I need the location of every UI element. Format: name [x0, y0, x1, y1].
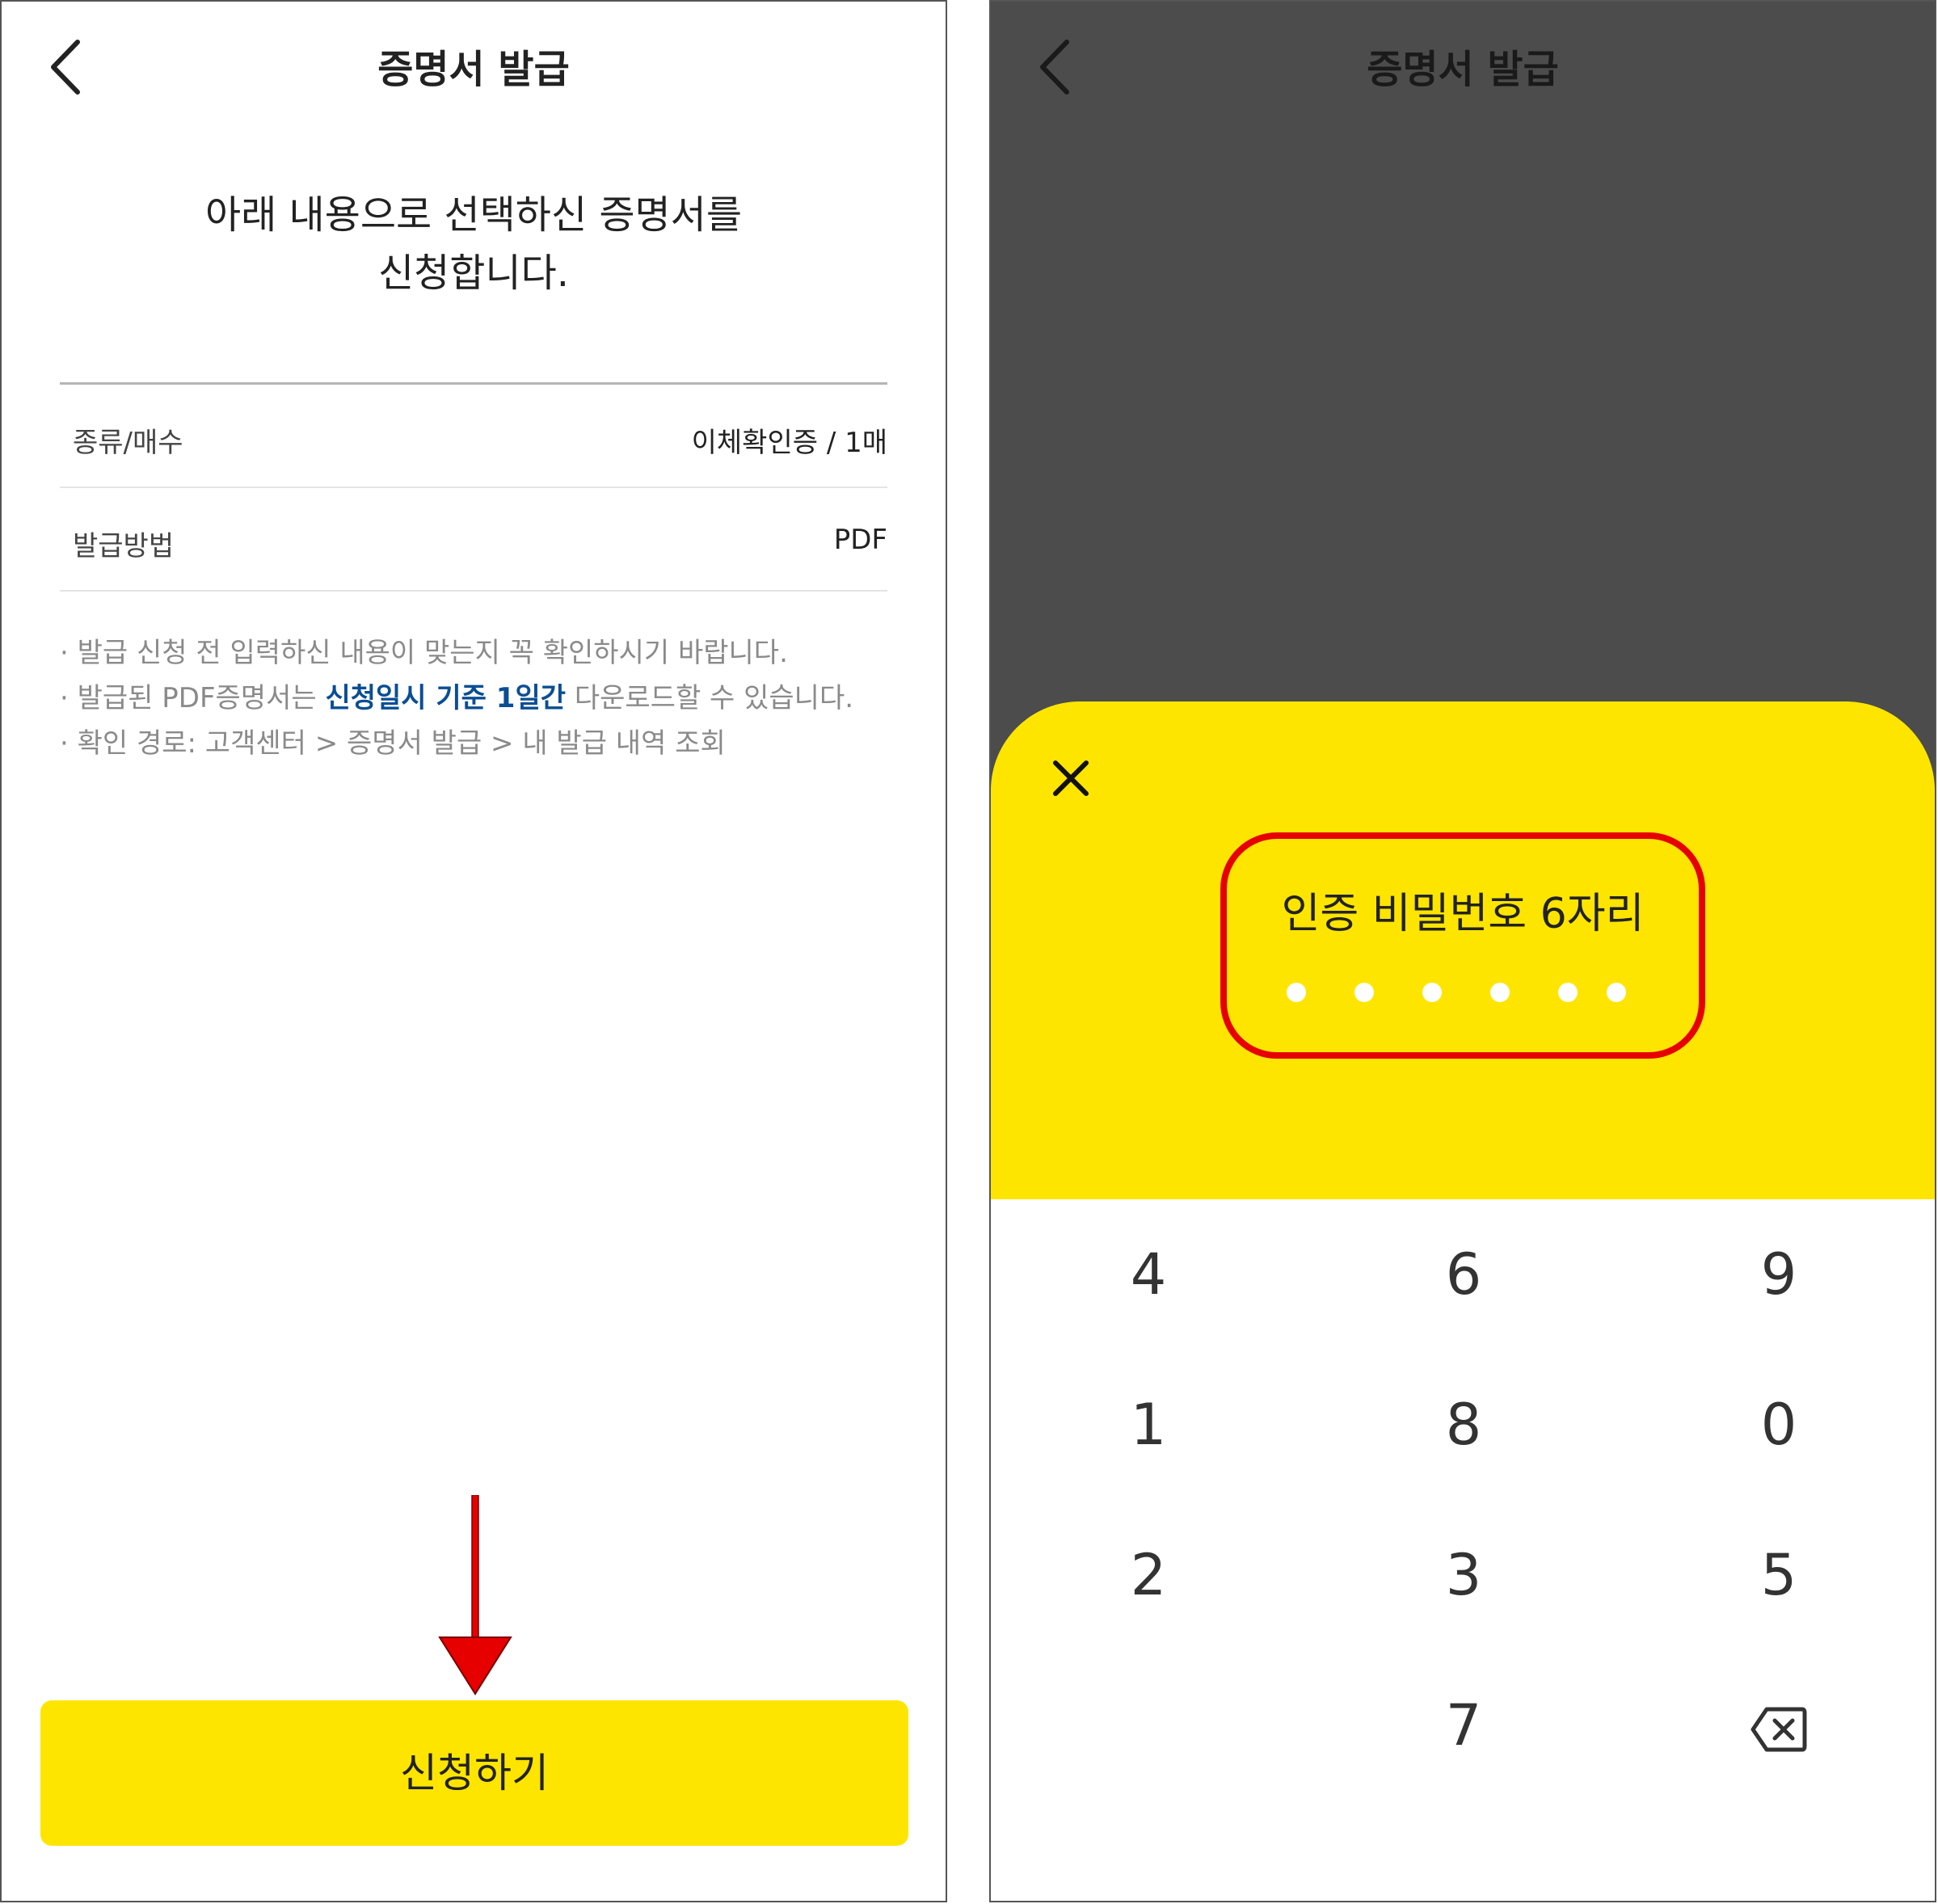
backspace-key[interactable] [1621, 1650, 1935, 1801]
info-row-issue-method: 발급방법 PDF [60, 488, 887, 592]
backspace-icon [1751, 1707, 1807, 1752]
row-label: 발급방법 [73, 530, 175, 562]
key-7[interactable]: 7 [1306, 1650, 1621, 1801]
row-label: 종류/매수 [73, 427, 183, 459]
pin-dot [1607, 983, 1626, 1002]
notice-highlight: 신청일시 기준 1일간 [325, 682, 567, 714]
pin-title: 인증 비밀번호 6자리 [1281, 890, 1645, 938]
pin-dot [1287, 983, 1306, 1002]
key-1[interactable]: 1 [991, 1350, 1306, 1500]
pin-highlight-box: 인증 비밀번호 6자리 [1220, 832, 1705, 1059]
info-row-type-count: 종류/매수 이체확인증 / 1매 [60, 385, 887, 488]
key-0[interactable]: 0 [1621, 1350, 1935, 1500]
key-6[interactable]: 6 [1306, 1199, 1621, 1350]
notice-list: · 발급 신청 전 입력하신 내용이 맞는지 꼭 확인하시기 바랍니다. · 발… [60, 630, 913, 766]
intro-line-2: 신청합니다. [377, 251, 570, 296]
key-3[interactable]: 3 [1306, 1500, 1621, 1650]
key-5[interactable]: 5 [1621, 1500, 1935, 1650]
page-title: 증명서 발급 [1367, 47, 1559, 92]
pin-entry-screen: 증명서 발급 인증 비밀번호 6자리 4 6 9 1 8 0 2 3 5 7 [989, 0, 1936, 1902]
key-4[interactable]: 4 [991, 1199, 1306, 1350]
annotation-arrow-icon [438, 1495, 512, 1695]
key-empty [991, 1650, 1306, 1801]
intro-line-1: 아래 내용으로 선택하신 증명서를 [204, 192, 742, 238]
pin-dot [1490, 983, 1510, 1002]
intro-text: 아래 내용으로 선택하신 증명서를 신청합니다. [2, 186, 946, 302]
pin-dot [1354, 983, 1374, 1002]
notice-item: · 발급된 PDF증명서는 신청일시 기준 1일간 다운로드할 수 있습니다. [60, 676, 913, 721]
pin-bottom-sheet: 인증 비밀번호 6자리 [991, 701, 1935, 1199]
notice-item: · 확인 경로: 고객센터 > 증명서 발급 > 내 발급 내역 조회 [60, 727, 726, 760]
apply-button[interactable]: 신청하기 [40, 1700, 908, 1846]
notice-text: 다운로드할 수 있습니다. [566, 682, 854, 714]
app-header: 증명서 발급 [991, 2, 1935, 131]
row-value: 이체확인증 / 1매 [691, 427, 887, 459]
notice-item: · 발급 신청 전 입력하신 내용이 맞는지 꼭 확인하시기 바랍니다. [60, 637, 788, 669]
row-value: PDF [833, 524, 887, 556]
pin-dot [1422, 983, 1442, 1002]
key-8[interactable]: 8 [1306, 1350, 1621, 1500]
close-icon[interactable] [1051, 758, 1091, 798]
number-keypad: 4 6 9 1 8 0 2 3 5 7 [991, 1199, 1935, 1901]
key-2[interactable]: 2 [991, 1500, 1306, 1650]
app-header: 증명서 발급 [2, 2, 946, 131]
page-title: 증명서 발급 [377, 47, 570, 92]
key-9[interactable]: 9 [1621, 1199, 1935, 1350]
notice-text: · 발급된 PDF증명서는 [60, 682, 326, 714]
pin-dot [1558, 983, 1578, 1002]
pin-dots [1287, 983, 1626, 1002]
certificate-confirm-screen: 증명서 발급 아래 내용으로 선택하신 증명서를 신청합니다. 종류/매수 이체… [0, 0, 947, 1902]
